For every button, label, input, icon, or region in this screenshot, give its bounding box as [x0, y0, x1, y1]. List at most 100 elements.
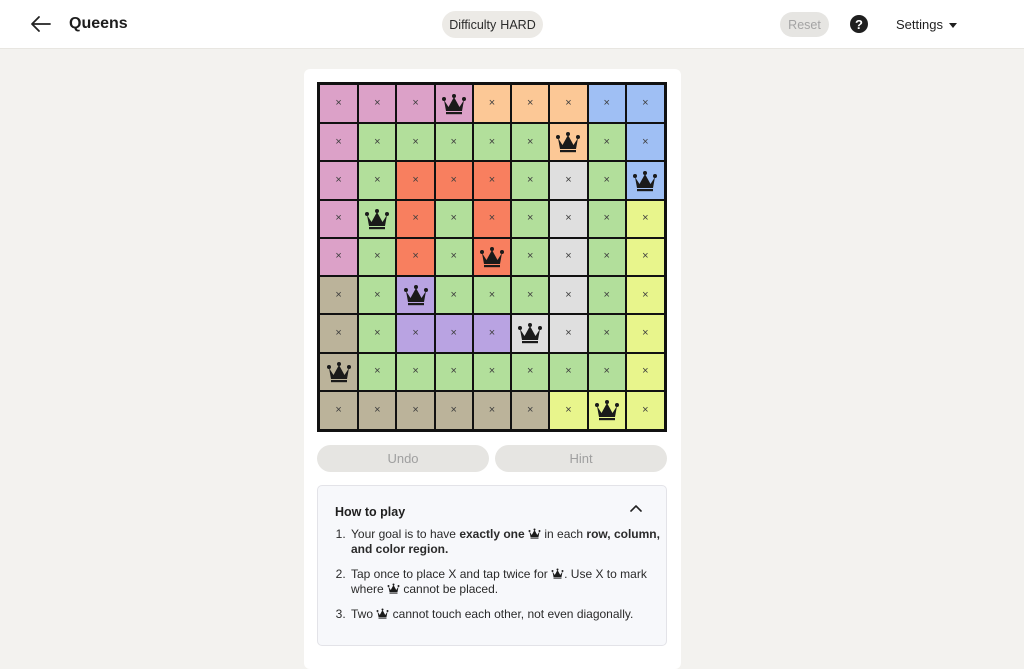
- board-cell[interactable]: ×: [320, 123, 359, 162]
- board-cell[interactable]: ×: [434, 314, 473, 353]
- board-cell[interactable]: ×: [320, 85, 359, 124]
- board-cell[interactable]: ×: [396, 237, 435, 277]
- queen-crown-icon: [403, 284, 429, 306]
- board-cell[interactable]: ×: [434, 390, 473, 429]
- board-cell[interactable]: ×: [358, 85, 397, 124]
- board-cell[interactable]: ×: [587, 85, 626, 124]
- board-cell[interactable]: ×: [625, 314, 664, 353]
- settings-menu[interactable]: Settings: [896, 17, 957, 32]
- board-cell[interactable]: ×: [434, 161, 473, 200]
- board-cell[interactable]: ×: [434, 276, 473, 315]
- board-cell[interactable]: ×: [358, 123, 397, 162]
- board-cell[interactable]: ×: [549, 276, 588, 315]
- board-cell[interactable]: ×: [511, 390, 550, 429]
- board-cell[interactable]: ×: [396, 123, 435, 162]
- board-cell[interactable]: ×: [358, 390, 397, 429]
- board-cell[interactable]: ×: [320, 161, 359, 200]
- board-cell[interactable]: ×: [320, 390, 359, 429]
- board-cell[interactable]: ×: [396, 161, 435, 200]
- board-cell[interactable]: ×: [625, 352, 664, 391]
- board-cell[interactable]: ×: [625, 237, 664, 277]
- reset-button[interactable]: Reset: [780, 12, 829, 37]
- board-cell[interactable]: ×: [320, 314, 359, 353]
- board-cell[interactable]: ×: [511, 237, 550, 277]
- board-cell[interactable]: ×: [549, 199, 588, 238]
- board-cell[interactable]: ×: [472, 161, 512, 200]
- x-mark: ×: [565, 212, 572, 225]
- board-cell[interactable]: ×: [587, 314, 626, 353]
- board-cell[interactable]: ×: [396, 390, 435, 429]
- board-cell[interactable]: ×: [358, 276, 397, 315]
- undo-button[interactable]: Undo: [317, 445, 489, 472]
- board-cell[interactable]: ×: [587, 161, 626, 200]
- board-cell[interactable]: ×: [511, 199, 550, 238]
- board-cell[interactable]: ×: [472, 314, 512, 353]
- chevron-up-icon[interactable]: [628, 502, 644, 516]
- board-cell[interactable]: ×: [320, 199, 359, 238]
- board-cell[interactable]: [320, 352, 359, 391]
- board-cell[interactable]: ×: [625, 276, 664, 315]
- board-cell[interactable]: ×: [549, 314, 588, 353]
- back-arrow-icon[interactable]: [28, 12, 54, 36]
- board-cell[interactable]: ×: [434, 123, 473, 162]
- board-cell[interactable]: ×: [511, 161, 550, 200]
- x-mark: ×: [603, 97, 610, 110]
- help-icon[interactable]: ?: [850, 15, 868, 33]
- board-cell[interactable]: ×: [549, 352, 588, 391]
- board-cell[interactable]: ×: [434, 237, 473, 277]
- board-cell[interactable]: ×: [549, 390, 588, 429]
- board-cell[interactable]: [587, 390, 626, 429]
- board-cell[interactable]: [396, 276, 435, 315]
- board-cell[interactable]: [625, 161, 664, 200]
- board-cell[interactable]: ×: [358, 237, 397, 277]
- hint-button[interactable]: Hint: [495, 445, 667, 472]
- board-cell[interactable]: ×: [396, 314, 435, 353]
- board-cell[interactable]: ×: [549, 161, 588, 200]
- board-cell[interactable]: [358, 199, 397, 238]
- board-cell[interactable]: [434, 85, 473, 124]
- board-cell[interactable]: ×: [511, 276, 550, 315]
- x-mark: ×: [335, 288, 342, 301]
- board-cell[interactable]: ×: [625, 85, 664, 124]
- board-cell[interactable]: ×: [625, 199, 664, 238]
- board-cell[interactable]: ×: [434, 352, 473, 391]
- board-cell[interactable]: ×: [511, 352, 550, 391]
- board-cell[interactable]: ×: [358, 352, 397, 391]
- board-cell[interactable]: ×: [320, 237, 359, 277]
- board-cell[interactable]: ×: [434, 199, 473, 238]
- board-cell[interactable]: ×: [472, 123, 512, 162]
- board-cell[interactable]: ×: [511, 123, 550, 162]
- board-cell[interactable]: ×: [587, 352, 626, 391]
- crown-icon: [528, 528, 541, 539]
- x-mark: ×: [642, 97, 649, 110]
- board-cell[interactable]: ×: [320, 276, 359, 315]
- board-cell[interactable]: ×: [511, 85, 550, 124]
- x-mark: ×: [527, 212, 534, 225]
- board-cell[interactable]: ×: [549, 237, 588, 277]
- board-cell[interactable]: ×: [472, 85, 512, 124]
- board-cell[interactable]: ×: [625, 123, 664, 162]
- board-cell[interactable]: ×: [472, 199, 512, 238]
- board-cell[interactable]: ×: [472, 352, 512, 391]
- board-cell[interactable]: ×: [587, 199, 626, 238]
- board-cell[interactable]: ×: [587, 237, 626, 277]
- board-cell[interactable]: ×: [396, 199, 435, 238]
- x-mark: ×: [642, 326, 649, 339]
- how-to-play-title: How to play: [335, 505, 406, 519]
- board-cell[interactable]: ×: [472, 390, 512, 429]
- board-cell[interactable]: [549, 123, 588, 162]
- board-cell[interactable]: ×: [358, 161, 397, 200]
- board-cell[interactable]: ×: [396, 352, 435, 391]
- board-cell[interactable]: ×: [358, 314, 397, 353]
- x-mark: ×: [527, 403, 534, 416]
- controls-row: Undo Hint: [317, 445, 667, 472]
- board-cell[interactable]: [511, 314, 550, 353]
- board-cell[interactable]: ×: [396, 85, 435, 124]
- board-cell[interactable]: ×: [587, 123, 626, 162]
- board-cell[interactable]: [472, 237, 512, 277]
- board-cell[interactable]: ×: [472, 276, 512, 315]
- x-mark: ×: [374, 135, 381, 148]
- board-cell[interactable]: ×: [587, 276, 626, 315]
- board-cell[interactable]: ×: [549, 85, 588, 124]
- board-cell[interactable]: ×: [625, 390, 664, 429]
